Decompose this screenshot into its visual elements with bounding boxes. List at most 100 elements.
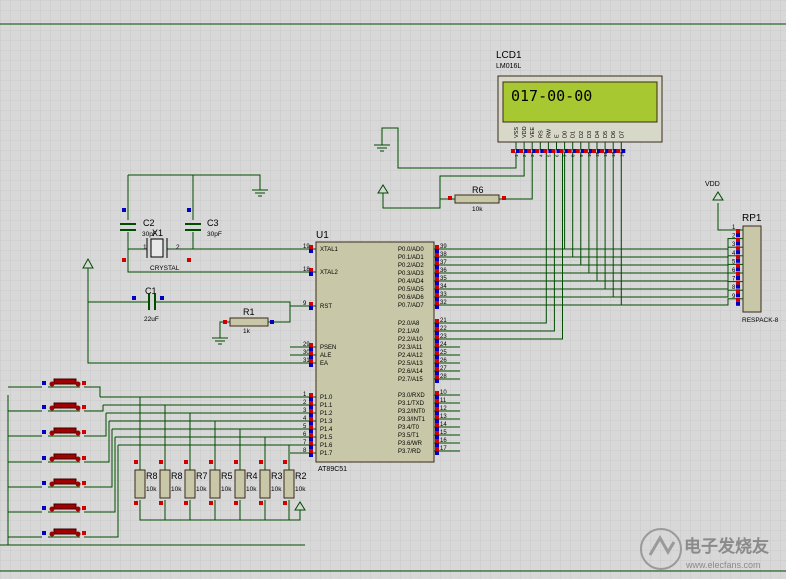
pin-dot-blue: [435, 379, 439, 383]
mcu-pin-number: 33: [440, 292, 447, 298]
mcu-pin-number: 39: [440, 244, 447, 250]
pin-dot-red: [82, 430, 86, 434]
pin-dot-red: [736, 229, 740, 233]
pin-dot-red: [309, 393, 313, 397]
mcu-pin-name: RST: [320, 304, 332, 310]
x1-value: CRYSTAL: [150, 265, 180, 272]
button-actuator: [53, 503, 77, 510]
pin-dot-red: [559, 149, 564, 153]
pulldown-ref: R3: [271, 471, 283, 481]
mcu-pin-number: 11: [440, 398, 447, 404]
pin-dot-red: [259, 501, 263, 505]
mcu-pin-number: 28: [440, 374, 447, 380]
pin-dot-blue: [736, 241, 740, 246]
pin-dot-red: [435, 293, 439, 297]
pin-dot-blue: [435, 281, 439, 285]
pin-dot-red: [435, 245, 439, 249]
lcd-pin-name: RW: [546, 128, 552, 138]
pin-dot-red: [435, 301, 439, 305]
mcu-pin-number: 13: [440, 414, 447, 420]
lcd-pin-name: D4: [595, 131, 601, 138]
mcu-pin-number: 37: [440, 260, 447, 266]
pin-dot-blue: [435, 249, 439, 253]
pin-dot-red: [184, 460, 188, 464]
pin-dot-red: [435, 351, 439, 355]
pulldown-ref: R8: [171, 471, 183, 481]
c1-value: 22uF: [144, 316, 159, 323]
pin-dot-red: [736, 246, 740, 251]
pin-dot-red: [435, 261, 439, 265]
pulldown-value: 10k: [271, 486, 282, 493]
mcu-pin-name: P2.2/A10: [398, 337, 423, 343]
x1-pin2: 2: [176, 244, 180, 251]
pin-dot-blue: [435, 289, 439, 293]
mcu-pin-name: P2.1/A9: [398, 329, 420, 335]
r6-value: 10k: [472, 206, 483, 213]
pulldown-resistor-body: [134, 469, 146, 499]
pin-dot-red: [283, 460, 287, 464]
pin-dot-red: [223, 320, 227, 324]
pin-dot-blue: [122, 208, 126, 212]
mcu-pin-name: XTAL1: [320, 247, 339, 253]
mcu-pin-number: 12: [440, 406, 447, 412]
button-terminal: [49, 481, 55, 487]
pin-dot-red: [309, 449, 313, 453]
pin-dot-red: [82, 506, 86, 510]
mcu-pin-number: 17: [440, 446, 447, 452]
mcu-pin-number: 22: [440, 326, 447, 332]
button-actuator: [53, 378, 77, 385]
pin-dot-blue: [621, 149, 626, 153]
pin-dot-red: [82, 456, 86, 460]
pin-dot-red: [592, 149, 596, 153]
watermark-url: www.elecfans.com: [685, 560, 761, 570]
button-actuator: [53, 528, 77, 535]
button-actuator: [53, 453, 77, 460]
pin-dot-red: [736, 237, 740, 242]
pin-dot-blue: [435, 257, 439, 261]
pin-dot-red: [82, 531, 86, 535]
pin-dot-red: [309, 425, 313, 429]
pin-dot-blue: [309, 429, 313, 433]
button-terminal: [75, 506, 81, 512]
pin-dot-blue: [309, 249, 313, 253]
pulldown-value: 10k: [295, 486, 306, 493]
pulldown-value: 10k: [146, 486, 157, 493]
button-terminal: [49, 456, 55, 462]
pin-dot-red: [435, 327, 439, 331]
pulldown-resistor-body: [234, 469, 246, 499]
mcu-pin-name: PSEN: [320, 345, 336, 351]
pin-dot-red: [309, 302, 313, 306]
pin-dot-blue: [309, 363, 313, 367]
button-actuator: [53, 427, 77, 434]
pin-dot-red: [736, 297, 740, 302]
vdd-label: VDD: [705, 181, 720, 188]
pin-dot-red: [435, 359, 439, 363]
mcu-model: AT89C51: [318, 466, 347, 473]
pin-dot-red: [435, 431, 439, 435]
pulldown-resistor-body: [283, 469, 295, 499]
pin-dot-red: [234, 460, 238, 464]
pin-dot-red: [543, 149, 548, 153]
pin-dot-blue: [435, 403, 439, 407]
pin-dot-blue: [435, 451, 439, 455]
pin-dot-red: [82, 481, 86, 485]
lcd-pin-name: VDD: [522, 126, 528, 138]
button-terminal: [75, 531, 81, 537]
pin-dot-red: [259, 460, 263, 464]
pin-dot-red: [209, 501, 213, 505]
mcu-pin-name: P0.6/AD6: [398, 295, 424, 301]
mcu-pin-name: P2.7/A15: [398, 377, 423, 383]
pin-dot-red: [309, 441, 313, 445]
mcu-u1[interactable]: U1 AT89C51 19 XTAL118 XTAL29 RST29 PSEN30 ALE…: [290, 230, 460, 473]
pin-dot-red: [736, 263, 740, 268]
pin-dot-red: [435, 319, 439, 323]
mcu-pin-name: P2.3/A11: [398, 345, 423, 351]
pin-dot-blue: [736, 233, 740, 237]
pin-dot-red: [309, 359, 313, 363]
lcd-pin-name: D3: [587, 131, 593, 138]
pin-dot-blue: [42, 405, 46, 409]
lcd-pin-name: D0: [563, 131, 569, 138]
pin-dot-red: [209, 460, 213, 464]
lcd-pin-name: E: [555, 134, 561, 138]
mcu-pin-name: P1.5: [320, 435, 333, 441]
